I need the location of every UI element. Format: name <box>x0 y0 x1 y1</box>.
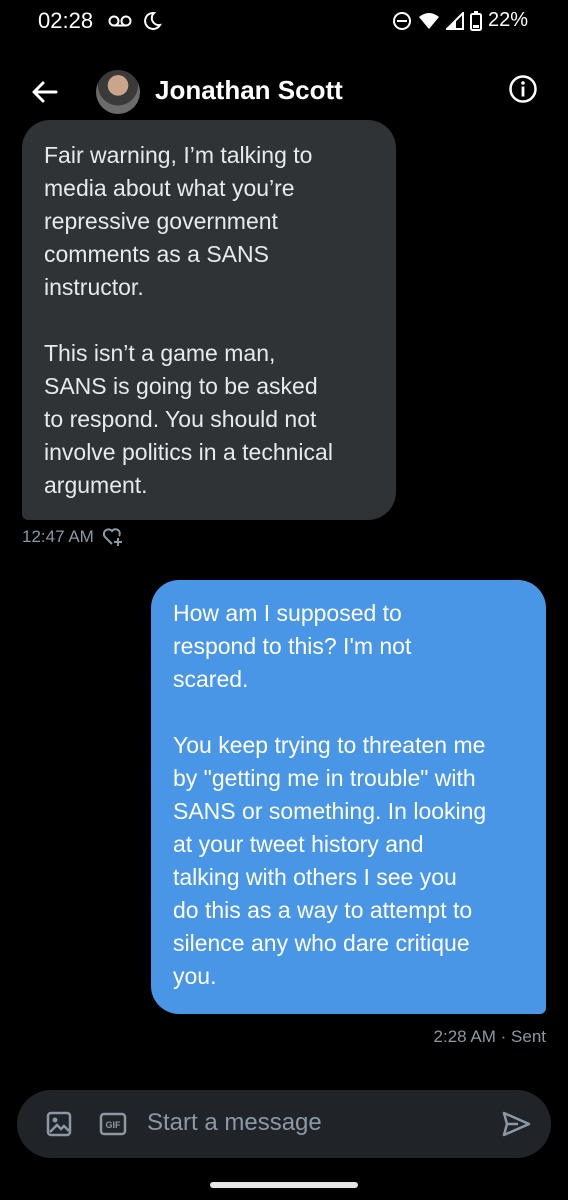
back-button[interactable] <box>26 74 62 110</box>
avatar[interactable] <box>96 70 140 114</box>
image-icon[interactable] <box>45 1110 73 1138</box>
contact-name[interactable]: Jonathan Scott <box>155 75 343 106</box>
sent-timestamp: 2:28 AM · Sent <box>433 1027 546 1046</box>
heart-add-icon[interactable] <box>102 527 124 547</box>
gif-icon[interactable]: GIF <box>99 1110 127 1138</box>
back-arrow-icon <box>32 81 58 103</box>
received-timestamp: 12:47 AM <box>22 527 94 546</box>
info-icon[interactable] <box>508 74 538 104</box>
voicemail-icon <box>108 15 132 27</box>
status-right-icons: 22% <box>392 9 528 32</box>
bedtime-icon <box>144 11 162 30</box>
wifi-icon <box>418 12 439 29</box>
received-message-bubble[interactable]: Fair warning, I’m talking to media about… <box>22 120 396 520</box>
signal-icon <box>445 11 464 30</box>
status-left-icons <box>108 11 162 31</box>
message-input-placeholder[interactable]: Start a message <box>147 1109 322 1137</box>
dnd-icon <box>392 11 411 30</box>
gif-label: GIF <box>106 1120 122 1130</box>
sent-message-bubble[interactable]: How am I supposed to respond to this? I'… <box>151 580 546 1014</box>
battery-percent: 22% <box>487 9 528 31</box>
status-time: 02:28 <box>38 8 94 33</box>
home-indicator[interactable] <box>210 1182 358 1188</box>
status-bar: 02:28 22% <box>0 0 568 44</box>
message-composer[interactable]: GIF Start a message <box>17 1090 551 1158</box>
received-message-meta: 12:47 AM <box>22 527 124 547</box>
battery-icon <box>469 10 482 31</box>
send-icon[interactable] <box>501 1109 531 1139</box>
